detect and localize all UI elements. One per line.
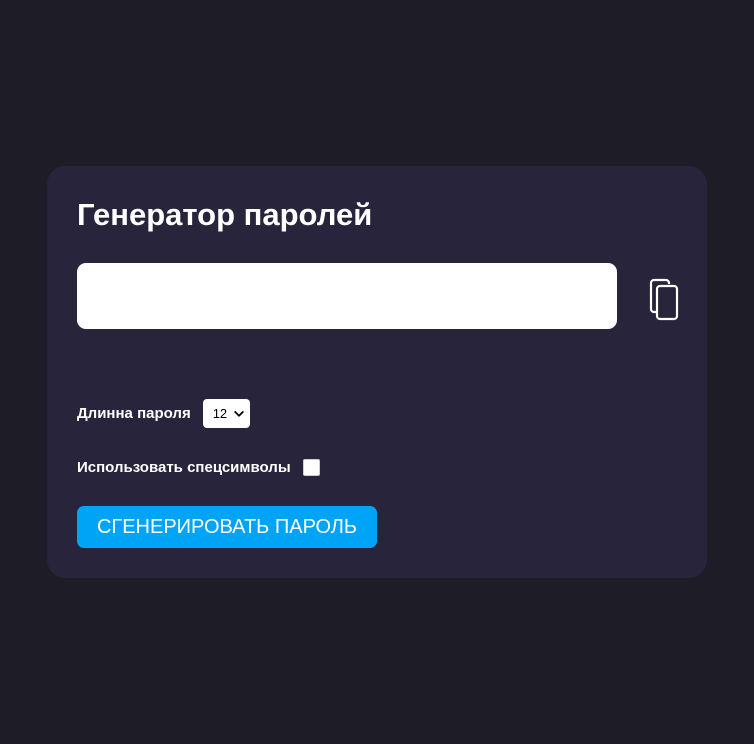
length-label: Длинна пароля	[77, 405, 191, 422]
special-chars-checkbox[interactable]	[302, 458, 320, 476]
password-output-field[interactable]	[77, 263, 617, 329]
copy-icon	[643, 277, 681, 323]
page-title: Генератор паролей	[77, 197, 373, 232]
generate-password-button[interactable]: СГЕНЕРИРОВАТЬ ПАРОЛЬ	[77, 506, 377, 548]
special-chars-label: Использовать спецсимволы	[77, 458, 291, 476]
chevron-down-icon	[234, 410, 244, 418]
copy-button[interactable]	[643, 277, 681, 323]
length-select[interactable]: 12	[202, 399, 250, 428]
special-chars-row: Использовать спецсимволы	[77, 456, 320, 478]
password-generator-card: Генератор паролей Длинна пароля 12 Испол…	[47, 166, 707, 578]
length-select-value: 12	[212, 406, 228, 421]
length-row: Длинна пароля 12	[77, 399, 250, 428]
